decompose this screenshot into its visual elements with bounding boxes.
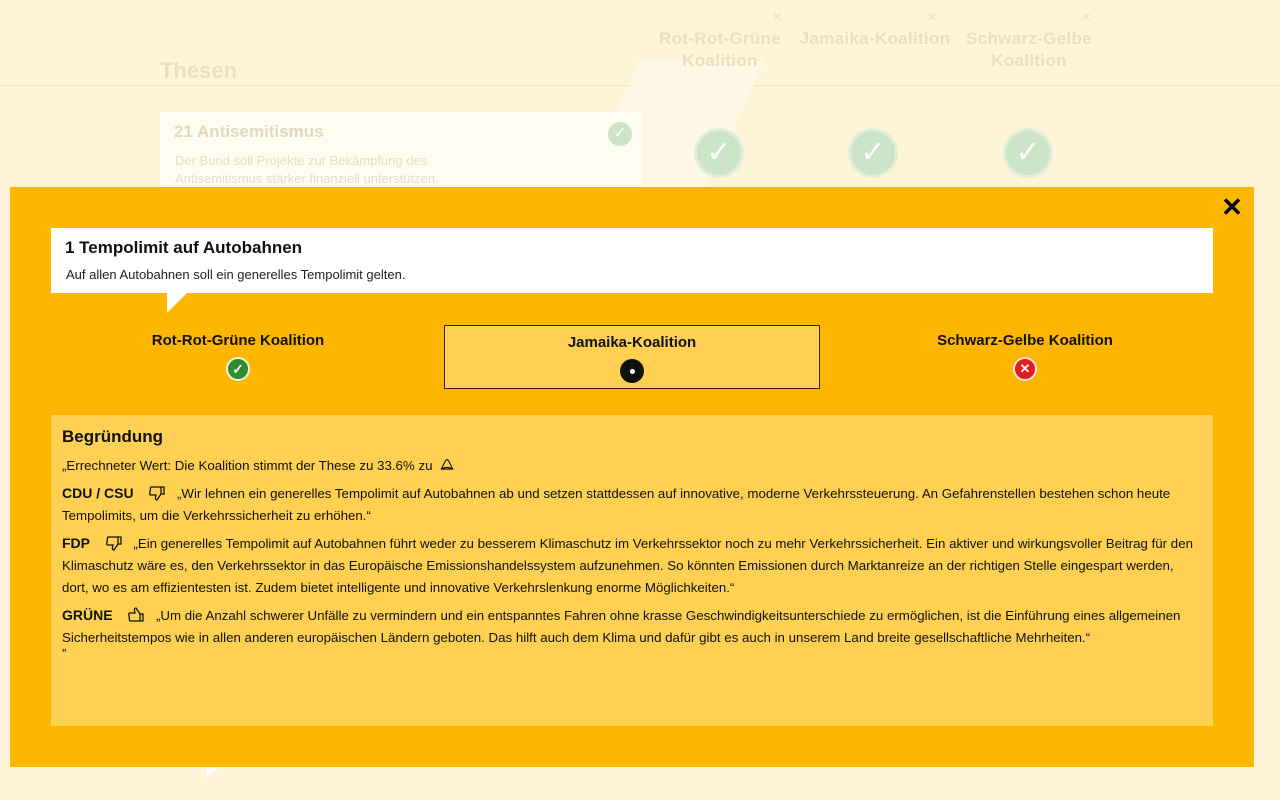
column-header-jamaika: × Jamaika-Koalition bbox=[795, 8, 955, 50]
coalition-name: Rot-Rot-Grüne Koalition bbox=[151, 332, 325, 349]
coalition-tab-schwarz-gelb[interactable]: Schwarz-Gelbe Koalition ✕ bbox=[838, 325, 1212, 389]
coalition-name: Jamaika-Koalition bbox=[567, 334, 697, 351]
computed-value-text: „Errechneter Wert: Die Koalition stimmt … bbox=[62, 458, 433, 473]
reasoning-panel: Begründung „Errechneter Wert: Die Koalit… bbox=[51, 415, 1213, 726]
party-statement-fdp: FDP „Ein generelles Tempolimit auf Autob… bbox=[62, 532, 1202, 599]
thesis-detail-modal: ✕ 1 Tempolimit auf Autobahnen Auf allen … bbox=[10, 187, 1254, 767]
column-header-rot-rot-gruen: × Rot-Rot-Grüne Koalition bbox=[640, 8, 800, 72]
remove-column-icon[interactable]: × bbox=[795, 8, 955, 28]
thumbs-down-icon bbox=[149, 486, 165, 501]
thesis-pointer bbox=[167, 293, 187, 313]
cross-icon: ✕ bbox=[1013, 357, 1037, 381]
neutral-dot-icon bbox=[620, 359, 644, 383]
reasoning-title: Begründung bbox=[62, 427, 164, 446]
party-name: FDP bbox=[62, 535, 90, 551]
coalition-name: Schwarz-Gelbe Koalition bbox=[937, 332, 1113, 349]
party-statement-text: „Wir lehnen ein generelles Tempolimit au… bbox=[62, 486, 1171, 523]
thesis-header: 1 Tempolimit auf Autobahnen Auf allen Au… bbox=[51, 228, 1213, 313]
party-statement-text: „Ein generelles Tempolimit auf Autobahne… bbox=[62, 536, 1193, 595]
remove-column-icon[interactable]: × bbox=[640, 8, 800, 28]
thesis-text: Auf allen Autobahnen soll ein generelles… bbox=[66, 267, 406, 282]
check-icon: ✓ bbox=[608, 122, 632, 146]
thesis-card-title: 21 Antisemitismus bbox=[174, 122, 324, 141]
computed-value: „Errechneter Wert: Die Koalition stimmt … bbox=[62, 455, 1202, 477]
coalition-tab-rot-rot-gruen[interactable]: Rot-Rot-Grüne Koalition ✓ bbox=[51, 325, 425, 389]
thumbs-up-icon bbox=[128, 607, 144, 622]
party-statement-text: „Um die Anzahl schwerer Unfälle zu vermi… bbox=[62, 608, 1181, 645]
thumbs-down-icon bbox=[105, 536, 122, 551]
thesis-title: 1 Tempolimit auf Autobahnen bbox=[65, 238, 303, 257]
close-icon[interactable]: ✕ bbox=[1220, 194, 1244, 220]
check-icon[interactable]: ✓ bbox=[848, 128, 898, 178]
column-header-schwarz-gelb: × Schwarz-Gelbe Koalition bbox=[949, 8, 1109, 72]
party-statement-cdu-csu: CDU / CSU „Wir lehnen ein generelles Tem… bbox=[62, 482, 1202, 527]
column-header-label: Rot-Rot-Grüne Koalition bbox=[659, 29, 781, 70]
column-header-label: Schwarz-Gelbe Koalition bbox=[966, 29, 1092, 70]
column-header-label: Jamaika-Koalition bbox=[799, 29, 951, 48]
party-statement-gruene: GRÜNE „Um die Anzahl schwerer Unfälle zu… bbox=[62, 604, 1202, 649]
card-pointer bbox=[206, 768, 218, 778]
page-title: Thesen bbox=[160, 58, 238, 83]
balance-icon bbox=[440, 459, 454, 470]
check-icon[interactable]: ✓ bbox=[694, 128, 744, 178]
thesis-card-text: Der Bund soll Projekte zur Bekämpfung de… bbox=[175, 153, 439, 186]
check-icon: ✓ bbox=[226, 357, 250, 381]
remove-column-icon[interactable]: × bbox=[949, 8, 1109, 28]
check-icon[interactable]: ✓ bbox=[1003, 128, 1053, 178]
party-name: CDU / CSU bbox=[62, 485, 134, 501]
party-name: GRÜNE bbox=[62, 607, 113, 623]
coalition-tab-jamaika[interactable]: Jamaika-Koalition bbox=[444, 325, 820, 389]
closing-quote: ” bbox=[62, 646, 67, 661]
